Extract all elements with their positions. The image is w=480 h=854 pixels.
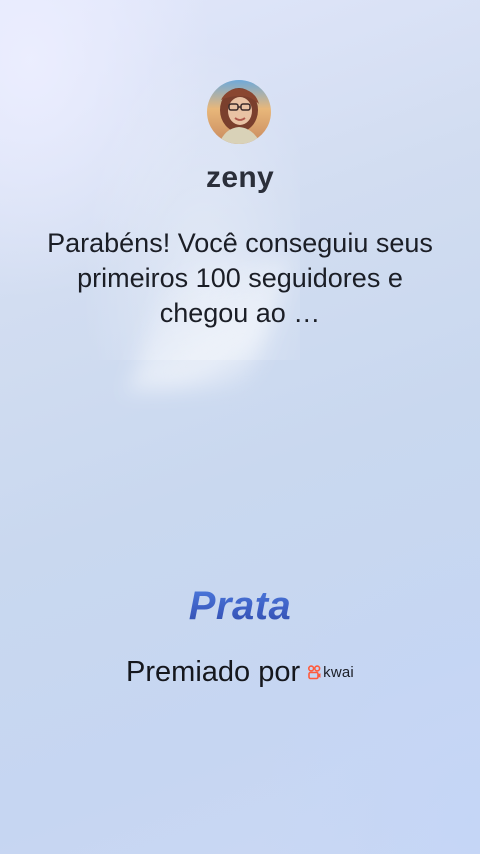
badge-title: Prata — [0, 584, 480, 629]
awarded-by-label: Premiado por — [126, 656, 301, 688]
awarded-by-row: Premiado por kwai — [0, 656, 480, 689]
kwai-logo-icon — [308, 665, 321, 680]
achievement-message: Parabéns! Você conseguiu seus primeiros … — [47, 228, 433, 328]
brand-name: kwai — [323, 664, 354, 681]
user-avatar[interactable] — [207, 80, 271, 144]
username: zeny — [206, 161, 274, 194]
avatar-photo-icon — [207, 80, 271, 144]
brand: kwai — [308, 664, 354, 681]
